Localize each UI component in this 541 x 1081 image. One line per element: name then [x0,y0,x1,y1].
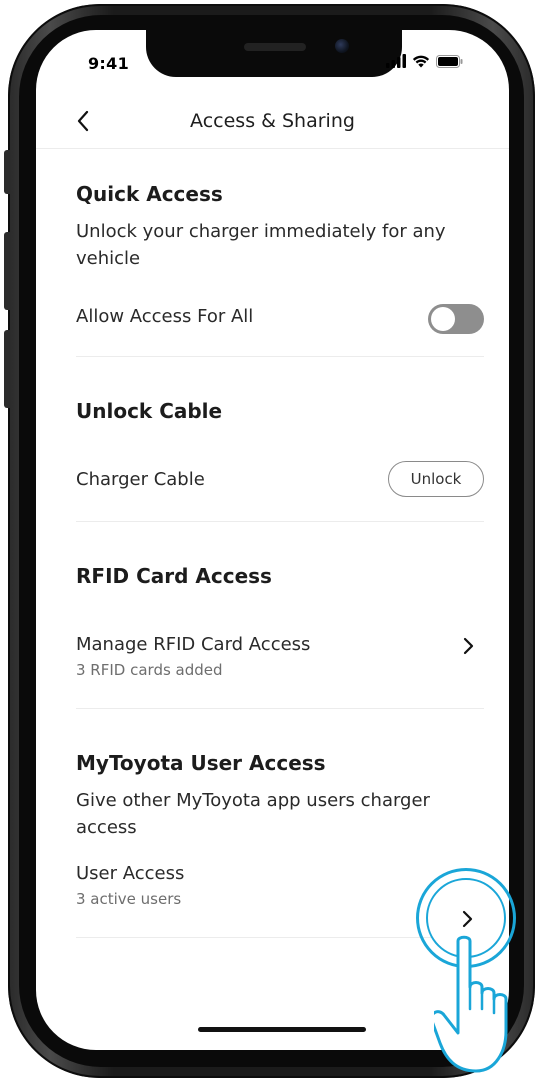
allow-access-row: Allow Access For All [76,286,484,357]
notch [146,30,402,77]
manage-rfid-row[interactable]: Manage RFID Card Access 3 RFID cards add… [76,588,484,709]
allow-access-toggle[interactable] [428,304,484,334]
rfid-heading: RFID Card Access [76,564,272,588]
quick-access-description: Unlock your charger immediately for any … [76,221,446,269]
pointing-hand-icon [434,935,508,1073]
chevron-right-icon [462,910,473,928]
rfid-section: RFID Card Access Manage RFID Card Access… [76,522,484,709]
unlock-cable-section: Unlock Cable Charger Cable Unlock [76,357,484,522]
front-camera [335,39,349,53]
manage-rfid-label: Manage RFID Card Access [76,634,311,655]
signal-icon [386,54,406,68]
settings-content: Quick Access Unlock your charger immedia… [76,148,484,938]
allow-access-label: Allow Access For All [76,306,254,327]
side-button-silent [4,150,10,194]
chevron-right-icon [463,637,474,655]
status-icons [386,54,463,68]
manage-rfid-text: Manage RFID Card Access 3 RFID cards add… [76,634,310,679]
mytoyota-heading: MyToyota User Access [76,751,326,775]
toggle-knob [431,307,455,331]
side-button-volume-up [4,232,10,310]
phone-mockup: 9:41 Access & Sharing Quick Access Unloc… [0,0,541,1081]
status-time: 9:41 [88,54,129,73]
navigation-bar: Access & Sharing [36,96,509,149]
home-indicator[interactable] [198,1027,366,1032]
quick-access-section: Quick Access Unlock your charger immedia… [76,148,484,357]
charger-cable-row: Charger Cable Unlock [76,423,484,522]
battery-icon [436,54,463,68]
unlock-cable-heading: Unlock Cable [76,399,223,423]
active-users-count: 3 active users [76,890,182,908]
rfid-count: 3 RFID cards added [76,661,223,679]
mytoyota-description: Give other MyToyota app users charger ac… [76,790,430,838]
speaker-grille [244,43,306,51]
side-button-volume-down [4,330,10,408]
quick-access-heading: Quick Access [76,182,223,206]
user-access-text: User Access 3 active users [76,863,184,908]
charger-cable-label: Charger Cable [76,469,205,490]
wifi-icon [412,55,430,68]
unlock-button[interactable]: Unlock [388,461,484,497]
page-title: Access & Sharing [190,110,355,132]
user-access-label: User Access [76,863,185,884]
